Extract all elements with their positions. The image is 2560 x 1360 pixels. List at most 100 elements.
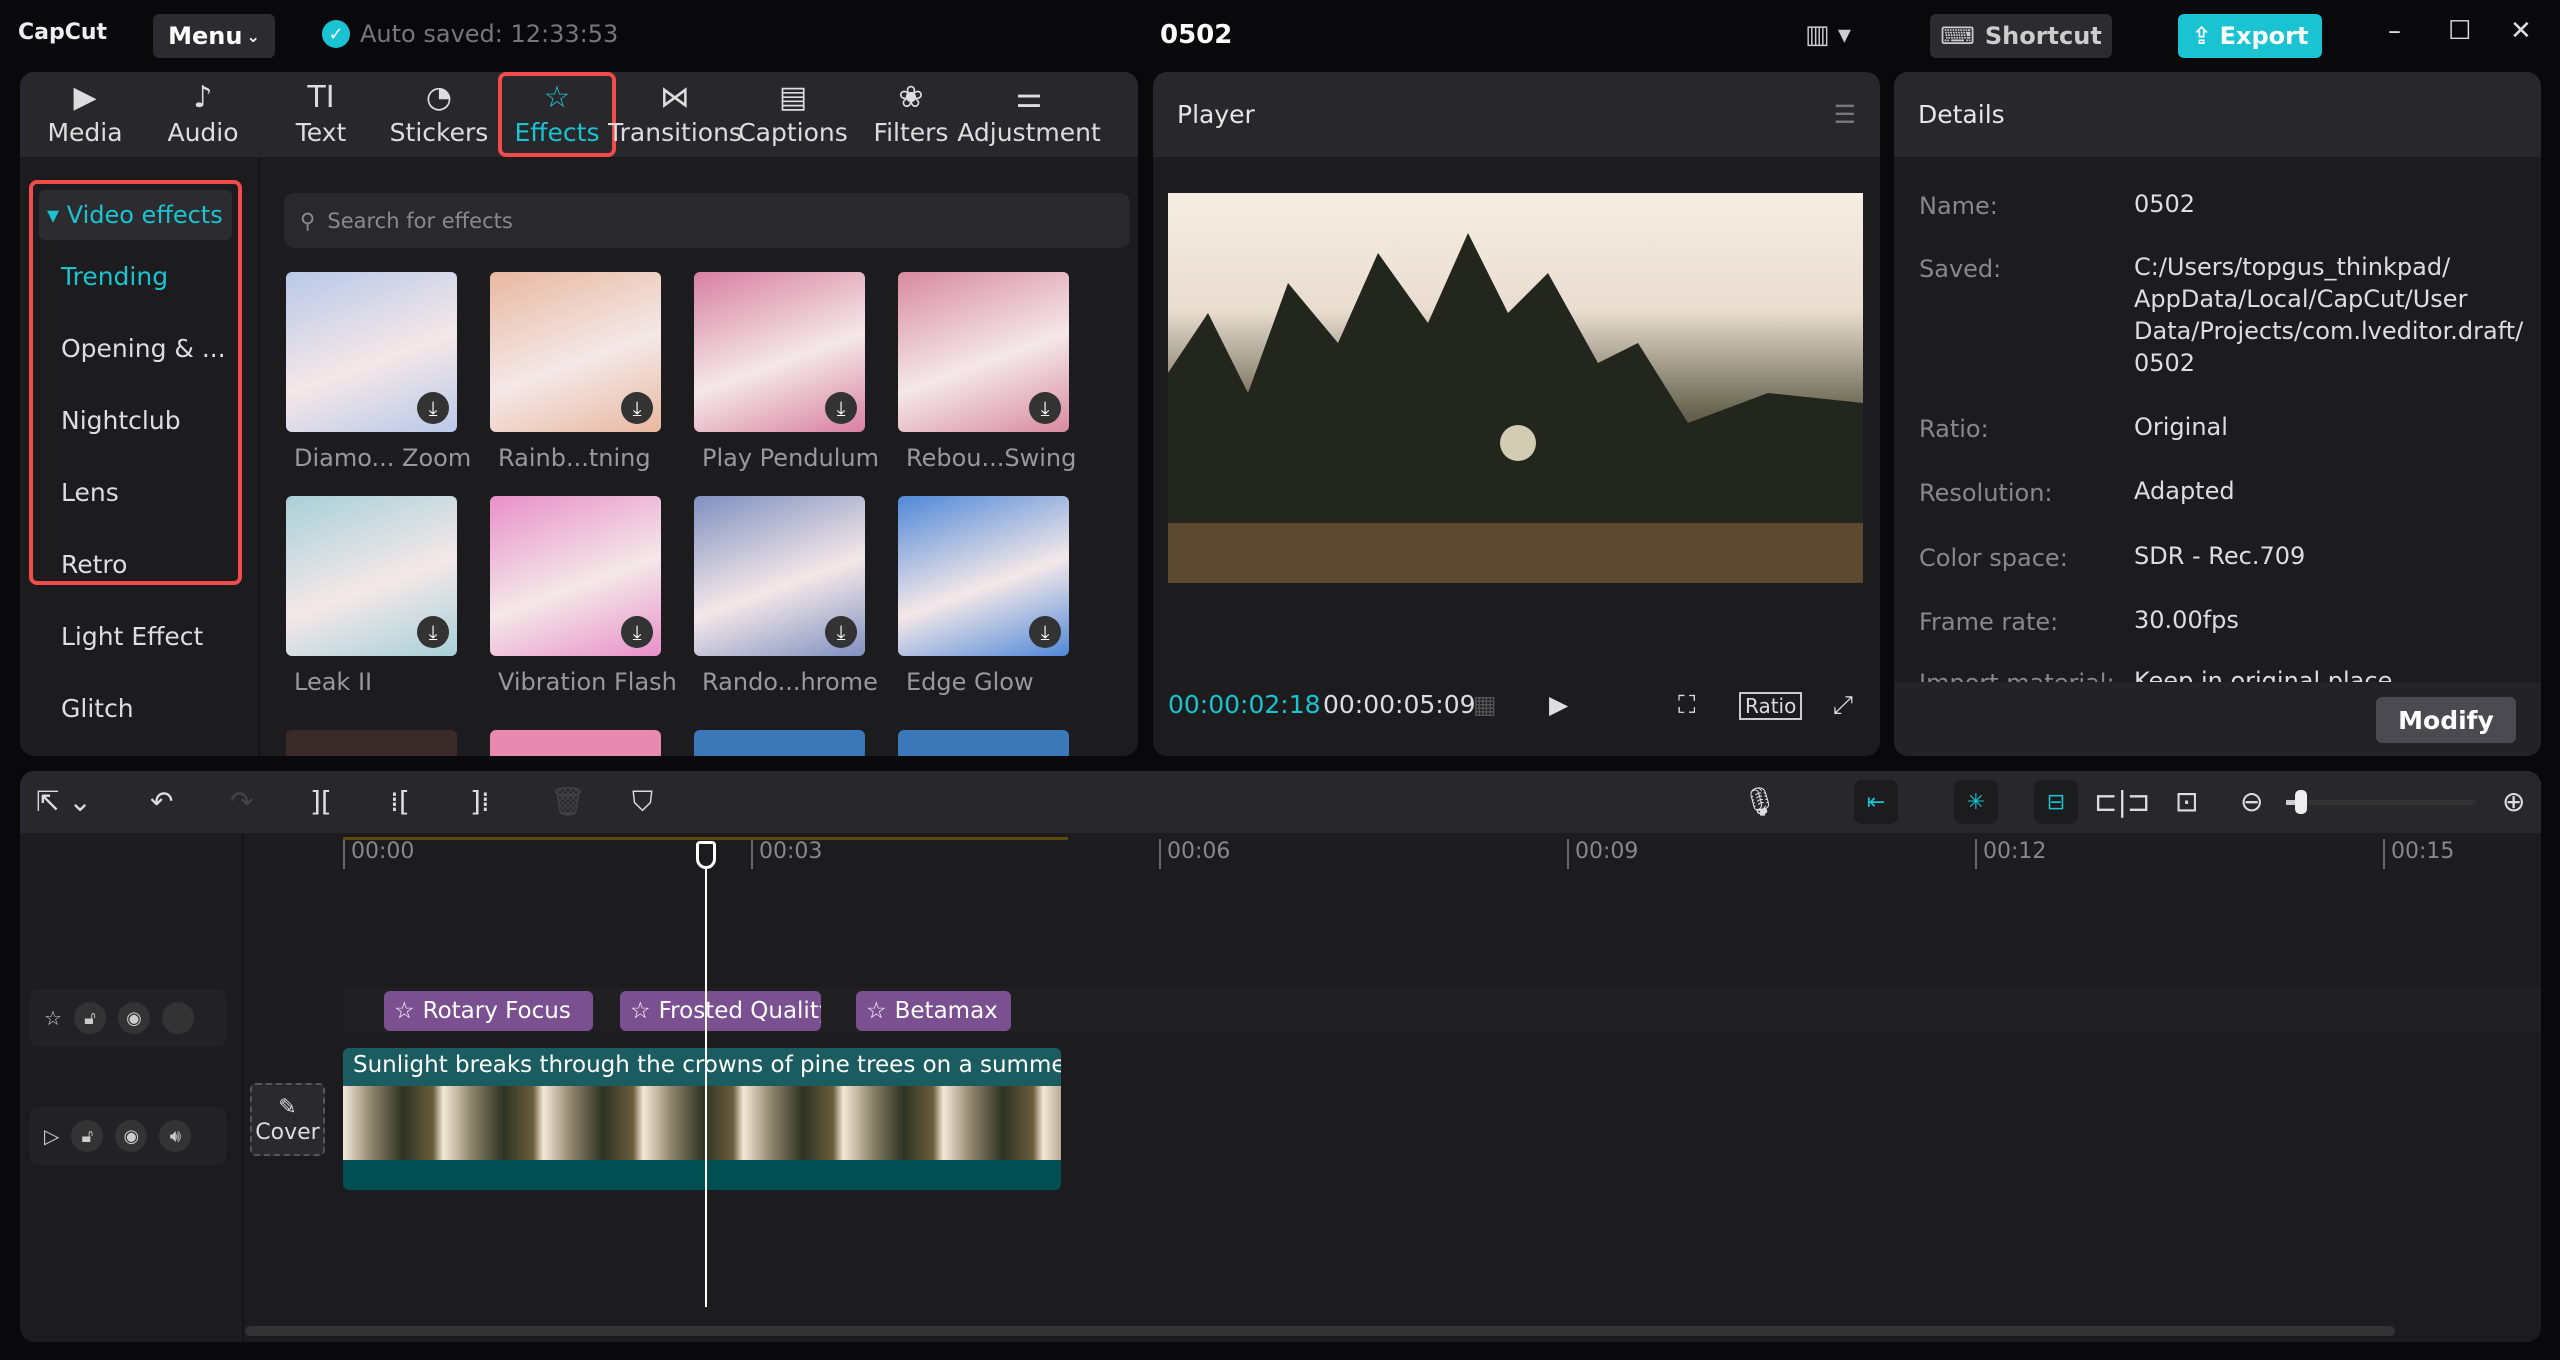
video-preview[interactable] — [1168, 193, 1863, 583]
grid-icon[interactable]: ▦ — [1473, 690, 1497, 719]
tab-media[interactable]: ▶ Media — [26, 72, 144, 157]
download-icon[interactable]: ⤓ — [621, 392, 653, 424]
effect-clip[interactable]: ☆ Betamax — [856, 991, 1011, 1031]
tab-filters[interactable]: ❀ Filters — [852, 72, 970, 157]
linkage-toggle[interactable]: ⊟ — [2034, 780, 2078, 824]
tab-captions[interactable]: ▤ Captions — [734, 72, 852, 157]
download-icon[interactable]: ⤓ — [1029, 392, 1061, 424]
tab-text[interactable]: TI Text — [262, 72, 380, 157]
download-icon[interactable]: ⤓ — [417, 616, 449, 648]
category-item[interactable]: Lens — [39, 456, 232, 528]
export-button[interactable]: ⇪ Export — [2178, 14, 2322, 58]
zoom-fit-icon[interactable]: ⛶ — [1678, 690, 1696, 720]
tab-transitions[interactable]: ⋈ Transitions — [608, 72, 742, 157]
preview-axis-icon[interactable]: ⊏|⊐ — [2094, 785, 2150, 818]
effect-thumbnail[interactable] — [694, 730, 865, 756]
detail-value: Original — [2134, 413, 2228, 441]
effect-thumbnail[interactable] — [286, 730, 457, 756]
lock-icon[interactable]: 🔓︎ — [73, 1002, 106, 1034]
download-icon[interactable]: ⤓ — [621, 616, 653, 648]
zoom-slider[interactable] — [2286, 790, 2476, 814]
autosave-text: Auto saved: 12:33:53 — [360, 20, 619, 48]
split-icon[interactable]: ][ — [310, 785, 332, 818]
tab-effects[interactable]: ☆ Effects — [498, 72, 616, 157]
effect-clip-label: Betamax — [894, 998, 998, 1024]
category-item[interactable]: Nightclub — [39, 384, 232, 456]
download-icon[interactable]: ⤓ — [825, 616, 857, 648]
category-item[interactable]: Retro — [39, 528, 232, 600]
download-icon[interactable]: ⤓ — [1029, 616, 1061, 648]
audio-icon: ♪ — [193, 80, 213, 115]
detail-value: 30.00fps — [2134, 606, 2239, 634]
tab-stickers[interactable]: ◔ Stickers — [380, 72, 498, 157]
horizontal-scrollbar[interactable] — [245, 1326, 2395, 1336]
zoom-slider-handle[interactable] — [2295, 790, 2308, 814]
player-header: Player ☰ — [1153, 72, 1880, 157]
main-track-magnet-toggle[interactable]: ⇤ — [1854, 780, 1898, 824]
playhead-handle[interactable] — [696, 841, 716, 869]
effect-thumbnail[interactable]: ⤓ — [898, 272, 1069, 432]
trim-right-icon[interactable]: ]⁞ — [470, 785, 490, 818]
effects-icon: ☆ — [394, 998, 415, 1024]
zoom-to-fit-icon[interactable]: ⊡ — [2175, 785, 2198, 818]
eye-icon[interactable]: ◉ — [115, 1120, 148, 1152]
video-track-icon: ▷ — [44, 1124, 60, 1148]
playhead-line[interactable] — [705, 867, 707, 1307]
effect-clip[interactable]: ☆ Frosted Quality — [620, 991, 821, 1031]
tab-audio[interactable]: ♪ Audio — [144, 72, 262, 157]
effect-thumbnail[interactable]: ⤓ — [286, 496, 457, 656]
lock-icon[interactable]: 🔓︎ — [71, 1120, 104, 1152]
effect-thumbnail[interactable]: ⤓ — [490, 272, 661, 432]
play-icon[interactable]: ▶ — [1549, 690, 1568, 719]
category-item[interactable]: Trending — [39, 240, 232, 312]
marker-icon[interactable]: ⛉ — [632, 785, 653, 819]
eye-icon[interactable]: ◉ — [117, 1002, 150, 1034]
effect-label: Diamo... Zoom — [294, 444, 472, 472]
minimize-icon[interactable]: – — [2388, 16, 2401, 46]
effect-thumbnail[interactable] — [898, 730, 1069, 756]
effect-label: Rebou...Swing — [906, 444, 1077, 472]
effects-icon: ☆ — [630, 998, 651, 1024]
delete-icon[interactable]: 🗑 — [550, 785, 586, 818]
auto-snap-toggle[interactable]: ✳ — [1954, 780, 1998, 824]
effect-thumbnail[interactable]: ⤓ — [694, 496, 865, 656]
effect-thumbnail[interactable] — [490, 730, 661, 756]
zoom-in-icon[interactable]: ⊕ — [2502, 785, 2525, 818]
download-icon[interactable]: ⤓ — [417, 392, 449, 424]
ruler-tick-label: 00:09 — [1567, 839, 1638, 869]
effect-clip[interactable]: ☆ Rotary Focus — [384, 991, 593, 1031]
trim-left-icon[interactable]: ⁞[ — [390, 785, 410, 818]
modify-button[interactable]: Modify — [2376, 697, 2516, 743]
menu-button[interactable]: Menu ⌄ — [153, 14, 275, 58]
close-icon[interactable]: ✕ — [2510, 16, 2532, 46]
audio-icon[interactable]: 🔊︎ — [159, 1120, 192, 1152]
detail-value: C:/Users/topgus_thinkpad/ AppData/Local/… — [2134, 253, 2524, 377]
effect-thumbnail[interactable]: ⤓ — [490, 496, 661, 656]
ratio-button[interactable]: Ratio — [1739, 692, 1803, 720]
redo-icon[interactable]: ↷ — [230, 785, 253, 818]
category-item[interactable]: Glitch — [39, 672, 232, 744]
category-item[interactable]: Opening & ... — [39, 312, 232, 384]
zoom-out-icon[interactable]: ⊖ — [2240, 785, 2263, 818]
undo-icon[interactable]: ↶ — [150, 785, 173, 818]
shortcut-label: Shortcut — [1984, 22, 2102, 50]
capcut-logo: CapCut — [18, 20, 108, 45]
video-clip[interactable]: Sunlight breaks through the crowns of pi… — [343, 1048, 1061, 1190]
effect-thumbnail[interactable]: ⤓ — [286, 272, 457, 432]
category-item[interactable]: Light Effect — [39, 600, 232, 672]
maximize-icon[interactable]: ☐ — [2448, 16, 2471, 46]
microphone-icon[interactable]: 🎙 — [1742, 785, 1778, 818]
fullscreen-icon[interactable]: ⤢ — [1833, 690, 1853, 720]
tab-adjustment[interactable]: ⚌ Adjustment — [957, 72, 1101, 157]
download-icon[interactable]: ⤓ — [825, 392, 857, 424]
select-cursor-icon[interactable]: ⇱ ⌄ — [36, 785, 92, 818]
shortcut-button[interactable]: ⌨ Shortcut — [1930, 14, 2112, 58]
media-icon: ▶ — [73, 80, 97, 115]
layout-icon[interactable]: ▥ ▾ — [1805, 20, 1851, 50]
search-input[interactable]: ⚲ Search for effects — [284, 193, 1130, 248]
menu-icon[interactable]: ☰ — [1834, 100, 1856, 129]
cover-button[interactable]: ✎ Cover — [250, 1083, 325, 1156]
effect-thumbnail[interactable]: ⤓ — [694, 272, 865, 432]
effect-thumbnail[interactable]: ⤓ — [898, 496, 1069, 656]
category-video-effects[interactable]: ▾ Video effects — [39, 190, 232, 240]
